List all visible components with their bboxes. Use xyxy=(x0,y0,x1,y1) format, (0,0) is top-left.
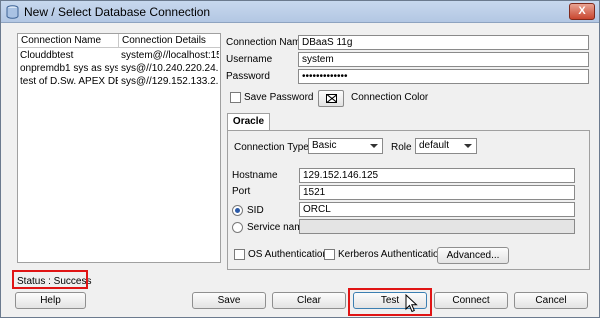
connection-details: sys@//129.152.133.2... xyxy=(121,76,219,87)
connection-type-select[interactable]: Basic xyxy=(308,138,383,154)
save-password-checkbox[interactable] xyxy=(230,92,241,103)
connection-name-field[interactable]: DBaaS 11g xyxy=(298,35,589,50)
column-header-name[interactable]: Connection Name xyxy=(21,35,101,46)
test-highlight-box xyxy=(348,288,432,316)
password-field[interactable]: ••••••••••••• xyxy=(298,69,589,84)
connection-details: system@//localhost:15... xyxy=(121,50,219,61)
mouse-cursor-icon xyxy=(405,294,418,313)
help-button[interactable]: Help xyxy=(15,292,86,309)
clear-button[interactable]: Clear xyxy=(272,292,346,309)
sid-field[interactable]: ORCL xyxy=(299,202,575,217)
connection-type-value: Basic xyxy=(312,140,337,151)
database-icon xyxy=(6,5,19,19)
port-field[interactable]: 1521 xyxy=(299,185,575,200)
connection-name-label: Connection Name xyxy=(226,37,307,48)
connection-type-label: Connection Type xyxy=(234,142,309,153)
port-label: Port xyxy=(232,186,251,197)
role-label: Role xyxy=(391,142,412,153)
kerberos-authentication-checkbox[interactable] xyxy=(324,249,335,260)
role-select[interactable]: default xyxy=(415,138,477,154)
advanced-button[interactable]: Advanced... xyxy=(437,247,509,264)
list-item[interactable]: Clouddbtest system@//localhost:15... xyxy=(18,50,220,63)
username-label: Username xyxy=(226,54,273,65)
hostname-field[interactable]: 129.152.146.125 xyxy=(299,168,575,183)
dialog-window: New / Select Database Connection X Conne… xyxy=(0,0,600,318)
connection-name: test of D.Sw. APEX DB... xyxy=(20,76,118,87)
os-authentication-label: OS Authentication xyxy=(248,249,329,260)
role-value: default xyxy=(419,140,450,151)
title-bar[interactable]: New / Select Database Connection X xyxy=(1,1,599,23)
save-password-label: Save Password xyxy=(244,92,314,103)
kerberos-authentication-label: Kerberos Authentication xyxy=(338,249,445,260)
password-label: Password xyxy=(226,71,270,82)
status-highlight-box xyxy=(12,270,88,289)
list-item[interactable]: onpremdb1 sys as sys... sys@//10.240.220… xyxy=(18,63,220,76)
connection-name: Clouddbtest xyxy=(20,50,74,61)
service-name-field[interactable] xyxy=(299,219,575,234)
color-swatch-icon xyxy=(326,94,337,103)
connection-name: onpremdb1 sys as sys... xyxy=(20,63,118,74)
list-item[interactable]: test of D.Sw. APEX DB... sys@//129.152.1… xyxy=(18,76,220,89)
sid-radio[interactable] xyxy=(232,205,243,216)
username-field[interactable]: system xyxy=(298,52,589,67)
chevron-down-icon xyxy=(370,144,378,148)
connection-details: sys@//10.240.220.24... xyxy=(121,63,219,74)
close-button[interactable]: X xyxy=(569,3,595,20)
cancel-button[interactable]: Cancel xyxy=(514,292,588,309)
column-header-details[interactable]: Connection Details xyxy=(122,35,206,46)
connection-color-button[interactable] xyxy=(318,90,344,107)
connection-color-label: Connection Color xyxy=(351,92,429,103)
hostname-label: Hostname xyxy=(232,170,278,181)
tab-oracle[interactable]: Oracle xyxy=(227,113,270,131)
sid-label: SID xyxy=(247,205,264,216)
connection-list-header: Connection Name Connection Details xyxy=(18,34,220,48)
chevron-down-icon xyxy=(464,144,472,148)
window-title: New / Select Database Connection xyxy=(24,5,211,19)
os-authentication-checkbox[interactable] xyxy=(234,249,245,260)
save-button[interactable]: Save xyxy=(192,292,266,309)
connection-list[interactable]: Connection Name Connection Details Cloud… xyxy=(17,33,221,263)
connect-button[interactable]: Connect xyxy=(434,292,508,309)
service-name-radio[interactable] xyxy=(232,222,243,233)
